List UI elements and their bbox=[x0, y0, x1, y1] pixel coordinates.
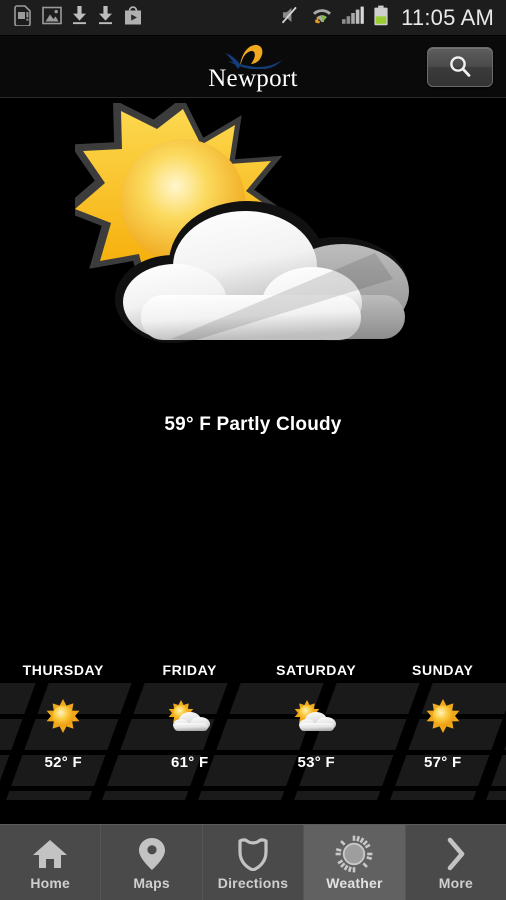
download-icon bbox=[71, 5, 88, 30]
wifi-icon bbox=[311, 5, 333, 30]
forecast-day-friday[interactable]: FRIDAY 61° F bbox=[127, 651, 254, 824]
search-button[interactable] bbox=[427, 47, 493, 87]
forecast-temp: 53° F bbox=[297, 754, 335, 771]
nav-label: Home bbox=[30, 875, 71, 891]
app-header: Newport bbox=[0, 36, 506, 98]
forecast-day-label: THURSDAY bbox=[22, 662, 104, 678]
current-weather-panel: 59° F Partly Cloudy bbox=[0, 97, 506, 651]
forecast-day-label: FRIDAY bbox=[162, 662, 217, 678]
nav-item-home[interactable]: Home bbox=[0, 825, 102, 900]
nav-item-more[interactable]: More bbox=[405, 825, 506, 900]
forecast-day-label: SATURDAY bbox=[276, 662, 357, 678]
sim-card-alert-icon bbox=[14, 4, 33, 31]
forecast-temp: 57° F bbox=[423, 754, 462, 771]
forecast-day-thursday[interactable]: THURSDAY 52° F bbox=[0, 651, 127, 824]
forecast-day-label: SUNDAY bbox=[412, 662, 474, 678]
newport-logo-text: Newport bbox=[208, 64, 298, 92]
partly-cloudy-icon bbox=[60, 97, 431, 353]
nav-item-weather[interactable]: Weather bbox=[304, 825, 406, 900]
search-icon bbox=[450, 56, 471, 77]
forecast-temp: 61° F bbox=[170, 754, 209, 771]
volume-mute-icon bbox=[281, 5, 303, 30]
partly-cloudy-icon bbox=[292, 699, 340, 733]
nav-label: More bbox=[438, 875, 473, 891]
forecast-temp: 52° F bbox=[44, 754, 82, 771]
forecast-day-sunday[interactable]: SUNDAY 57° F bbox=[380, 651, 506, 824]
map-pin-icon bbox=[138, 834, 166, 874]
chevron-right-icon bbox=[443, 834, 469, 874]
signal-bars-icon bbox=[341, 5, 365, 30]
battery-icon bbox=[373, 5, 389, 31]
status-bar-notification-icons bbox=[0, 4, 143, 31]
forecast-strip: THURSDAY 52° F FRIDAY 61° F SATURDAY 53°… bbox=[0, 651, 506, 824]
shield-sign-icon bbox=[237, 834, 269, 874]
current-condition-text: 59° F Partly Cloudy bbox=[164, 414, 342, 435]
nav-label: Directions bbox=[217, 875, 289, 891]
sunny-icon bbox=[45, 699, 81, 733]
nav-item-directions[interactable]: Directions bbox=[202, 825, 305, 900]
play-store-icon bbox=[123, 5, 143, 31]
status-bar[interactable]: 11:05 AM bbox=[0, 0, 506, 36]
partly-cloudy-icon bbox=[166, 699, 214, 733]
nav-label: Weather bbox=[326, 875, 383, 891]
image-icon bbox=[42, 6, 62, 30]
nav-item-maps[interactable]: Maps bbox=[101, 825, 203, 900]
status-bar-clock: 11:05 AM bbox=[401, 4, 494, 30]
sun-icon bbox=[335, 834, 373, 874]
status-bar-system-icons: 11:05 AM bbox=[281, 5, 506, 31]
home-icon bbox=[32, 834, 68, 874]
download-icon-2 bbox=[97, 5, 114, 30]
sunny-icon bbox=[425, 699, 461, 733]
newport-logo[interactable]: Newport bbox=[193, 43, 313, 91]
bottom-navigation-bar: Home Maps Directions Weather More bbox=[0, 824, 506, 900]
forecast-day-saturday[interactable]: SATURDAY 53° F bbox=[253, 651, 380, 824]
nav-label: Maps bbox=[133, 875, 170, 891]
